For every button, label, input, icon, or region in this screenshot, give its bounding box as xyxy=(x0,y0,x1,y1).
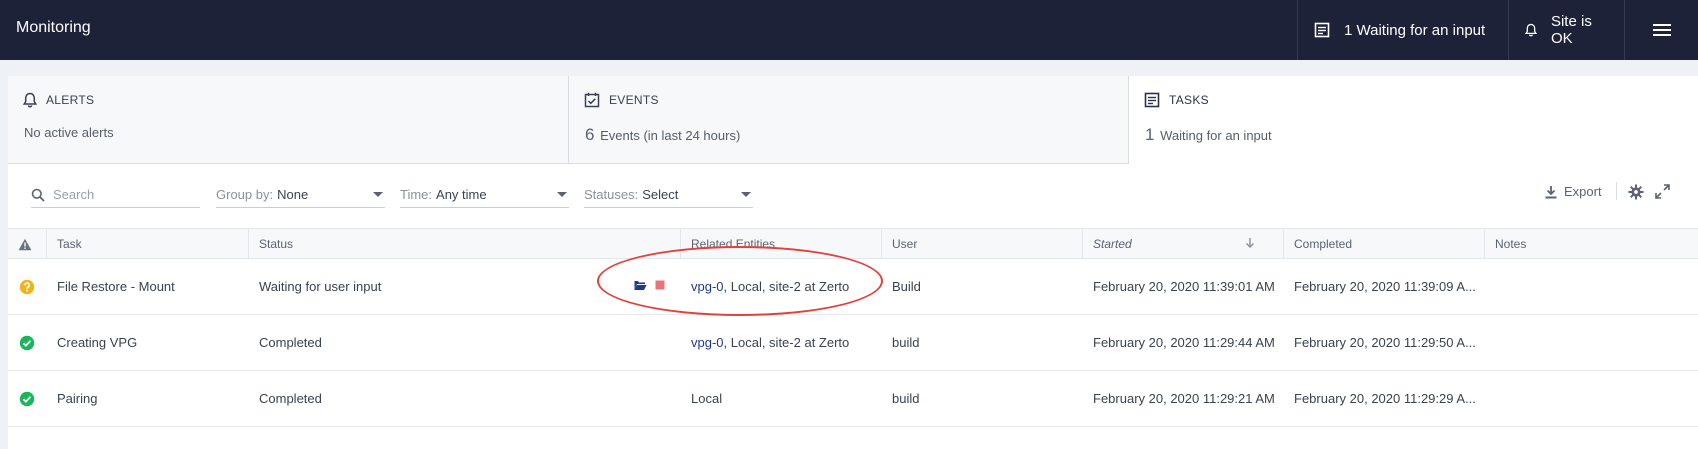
time-label: Time: xyxy=(400,187,433,202)
related-entities-cell: vpg-0, Local, site-2 at Zerto xyxy=(681,259,882,314)
related-entities-cell: Local xyxy=(681,371,882,426)
expand-icon xyxy=(1655,184,1670,199)
tasks-card-label: TASKS xyxy=(1169,93,1209,107)
group-by-label: Group by: xyxy=(216,187,274,202)
export-button[interactable]: Export xyxy=(1545,184,1602,199)
folder-open-icon[interactable] xyxy=(633,279,647,291)
tasks-icon xyxy=(1314,22,1330,38)
table-row[interactable]: Creating VPG Completed vpg-0, Local, sit… xyxy=(8,315,1698,371)
caret-down-icon xyxy=(557,192,567,197)
started-cell: February 20, 2020 11:29:44 AM xyxy=(1093,335,1275,350)
task-cell: File Restore - Mount xyxy=(57,279,175,294)
completed-cell: February 20, 2020 11:39:09 A... xyxy=(1294,279,1476,294)
started-column-header[interactable]: Started xyxy=(1083,229,1284,259)
row-status-cell xyxy=(8,315,47,370)
tasks-card-text: Waiting for an input xyxy=(1160,128,1272,143)
status-cell: Completed xyxy=(259,335,322,350)
task-cell: Pairing xyxy=(57,391,98,406)
vpg-link[interactable]: vpg-0 xyxy=(691,335,724,350)
table-row[interactable]: Pairing Completed Local build February 2… xyxy=(8,371,1698,427)
notes-cell xyxy=(1485,315,1698,370)
sort-down-arrow-icon xyxy=(1246,238,1254,248)
settings-button[interactable] xyxy=(1628,184,1644,205)
time-dropdown[interactable]: Time: Any time xyxy=(400,182,569,208)
site-status-button[interactable]: Site is OK xyxy=(1508,0,1624,60)
row-status-cell xyxy=(8,371,47,426)
row-status-cell xyxy=(8,259,47,314)
hamburger-icon xyxy=(1652,24,1671,36)
calendar-check-icon xyxy=(584,92,600,108)
tasks-icon xyxy=(1144,92,1160,108)
fullscreen-button[interactable] xyxy=(1655,184,1670,204)
hamburger-menu-button[interactable] xyxy=(1624,0,1698,60)
tasks-count: 1 xyxy=(1145,125,1155,144)
toolbar-divider xyxy=(1616,182,1617,200)
statuses-label: Statuses: xyxy=(584,187,639,202)
notes-cell xyxy=(1485,371,1698,426)
related-entities-text: Local xyxy=(691,391,723,406)
site-status-label: Site is OK xyxy=(1550,13,1592,47)
user-cell: Build xyxy=(892,279,921,294)
alerts-card-label: ALERTS xyxy=(46,93,95,107)
tasks-card[interactable]: TASKS 1 Waiting for an input xyxy=(1129,76,1698,164)
alerts-card[interactable]: ALERTS No active alerts xyxy=(8,76,569,164)
table-row[interactable]: File Restore - Mount Waiting for user in… xyxy=(8,259,1698,315)
related-entities-text: , Local, site-2 at Zerto xyxy=(723,335,850,350)
events-card[interactable]: EVENTS 6 Events (in last 24 hours) xyxy=(569,76,1129,164)
events-card-text: Events (in last 24 hours) xyxy=(600,128,741,143)
caret-down-icon xyxy=(741,192,751,197)
notes-cell xyxy=(1485,259,1698,314)
bell-icon xyxy=(1525,23,1537,37)
monitoring-panel: ALERTS No active alerts EVENTS 6 Events … xyxy=(8,76,1698,449)
search-icon xyxy=(31,188,45,202)
top-bar: Monitoring 1 Waiting for an input Site i… xyxy=(0,0,1698,60)
started-cell: February 20, 2020 11:39:01 AM xyxy=(1093,279,1275,294)
status-cell: Completed xyxy=(259,391,322,406)
user-cell: build xyxy=(892,335,920,350)
statuses-value: Select xyxy=(642,187,679,202)
export-label: Export xyxy=(1564,184,1602,199)
related-entities-column-header[interactable]: Related Entities xyxy=(681,229,882,259)
group-by-dropdown[interactable]: Group by: None xyxy=(216,182,385,208)
check-circle-icon xyxy=(19,335,35,350)
tasks-status-button[interactable]: 1 Waiting for an input xyxy=(1297,0,1508,60)
download-icon xyxy=(1545,185,1557,198)
completed-cell: February 20, 2020 11:29:50 A... xyxy=(1294,335,1476,350)
group-by-value: None xyxy=(277,187,309,202)
stop-icon[interactable] xyxy=(655,280,665,290)
row-actions xyxy=(633,279,665,291)
page-title: Monitoring xyxy=(16,19,91,36)
status-cell: Waiting for user input xyxy=(259,279,382,294)
completed-cell: February 20, 2020 11:29:29 A... xyxy=(1294,391,1476,406)
warning-icon xyxy=(18,238,32,250)
check-circle-icon xyxy=(19,391,35,406)
bell-icon xyxy=(23,92,37,108)
search-field[interactable] xyxy=(31,182,200,208)
user-column-header[interactable]: User xyxy=(882,229,1083,259)
statuses-dropdown[interactable]: Statuses: Select xyxy=(584,182,753,208)
task-column-header[interactable]: Task xyxy=(47,229,249,259)
time-value: Any time xyxy=(436,187,487,202)
completed-column-header[interactable]: Completed xyxy=(1284,229,1485,259)
status-column-header[interactable]: Status xyxy=(249,229,681,259)
alert-column-header[interactable] xyxy=(8,229,47,259)
events-card-label: EVENTS xyxy=(609,93,659,107)
events-count: 6 xyxy=(585,125,595,144)
search-input[interactable] xyxy=(53,187,183,202)
tasks-status-label: 1 Waiting for an input xyxy=(1344,21,1486,39)
notes-column-header[interactable]: Notes xyxy=(1485,229,1698,259)
user-cell: build xyxy=(892,391,920,406)
gear-icon xyxy=(1628,184,1644,200)
question-status-icon xyxy=(19,279,35,294)
summary-cards: ALERTS No active alerts EVENTS 6 Events … xyxy=(8,76,1698,164)
alerts-card-text: No active alerts xyxy=(24,125,114,140)
related-entities-text: , Local, site-2 at Zerto xyxy=(723,279,850,294)
started-column-label: Started xyxy=(1093,237,1132,251)
vpg-link[interactable]: vpg-0 xyxy=(691,279,724,294)
table-header: Task Status Related Entities User Starte… xyxy=(8,228,1698,259)
related-entities-cell: vpg-0, Local, site-2 at Zerto xyxy=(681,315,882,370)
task-cell: Creating VPG xyxy=(57,335,138,350)
caret-down-icon xyxy=(373,192,383,197)
started-cell: February 20, 2020 11:29:21 AM xyxy=(1093,391,1275,406)
